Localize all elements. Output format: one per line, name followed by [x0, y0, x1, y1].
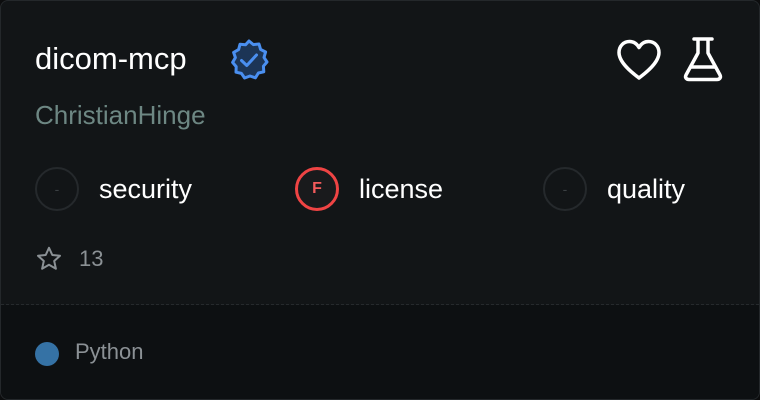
metric-label-security: security — [99, 173, 193, 204]
metric-label-license: license — [359, 173, 444, 204]
flask-icon[interactable] — [681, 35, 725, 83]
star-count: 13 — [79, 246, 104, 271]
language-label: Python — [75, 339, 144, 364]
repo-card[interactable]: dicom-mcp ChristianHinge - security F li… — [0, 0, 760, 400]
quality-grade-badge: - — [543, 167, 587, 211]
card-footer: Python — [1, 305, 759, 399]
heart-icon[interactable] — [615, 37, 663, 83]
repo-author[interactable]: ChristianHinge — [35, 98, 206, 132]
metric-quality[interactable]: - quality — [543, 165, 685, 213]
metric-license[interactable]: F license — [295, 165, 443, 213]
verified-badge-icon — [231, 39, 269, 80]
repo-title[interactable]: dicom-mcp — [35, 39, 187, 79]
star-icon — [37, 246, 61, 270]
metric-security[interactable]: - security — [35, 165, 192, 213]
license-grade-badge: F — [295, 167, 339, 211]
security-grade-badge: - — [35, 167, 79, 211]
metric-label-quality: quality — [607, 173, 686, 204]
language-color-dot — [35, 342, 59, 366]
star-count-group: 13 — [35, 245, 103, 273]
